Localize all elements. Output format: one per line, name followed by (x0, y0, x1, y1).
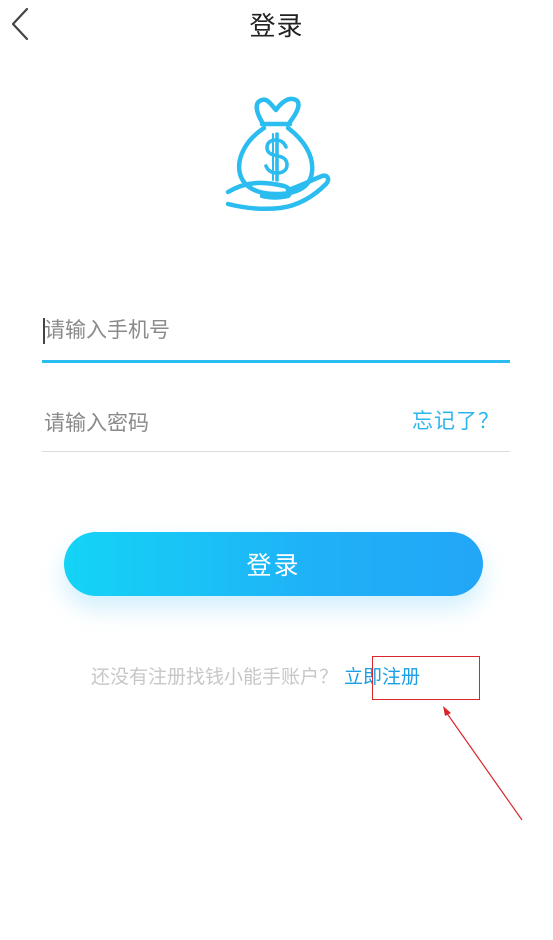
login-button[interactable]: 登录 (64, 532, 483, 596)
phone-field (42, 300, 510, 363)
annotation-highlight-box (372, 656, 480, 700)
password-input[interactable] (42, 394, 402, 451)
money-bag-in-hand-icon (225, 96, 331, 212)
header-bar: 登录 (0, 0, 553, 50)
page-title: 登录 (249, 12, 304, 42)
register-prompt-text: 还没有注册找钱小能手账户？ (91, 665, 339, 688)
text-caret (43, 318, 45, 344)
password-field: 忘记了？ (42, 394, 510, 452)
phone-input[interactable] (42, 300, 402, 360)
login-page: 登录 忘记了？ 登录 还没有注册找钱小能手账户？ 立即注册 (0, 0, 553, 940)
forgot-password-link[interactable]: 忘记了？ (412, 405, 500, 435)
